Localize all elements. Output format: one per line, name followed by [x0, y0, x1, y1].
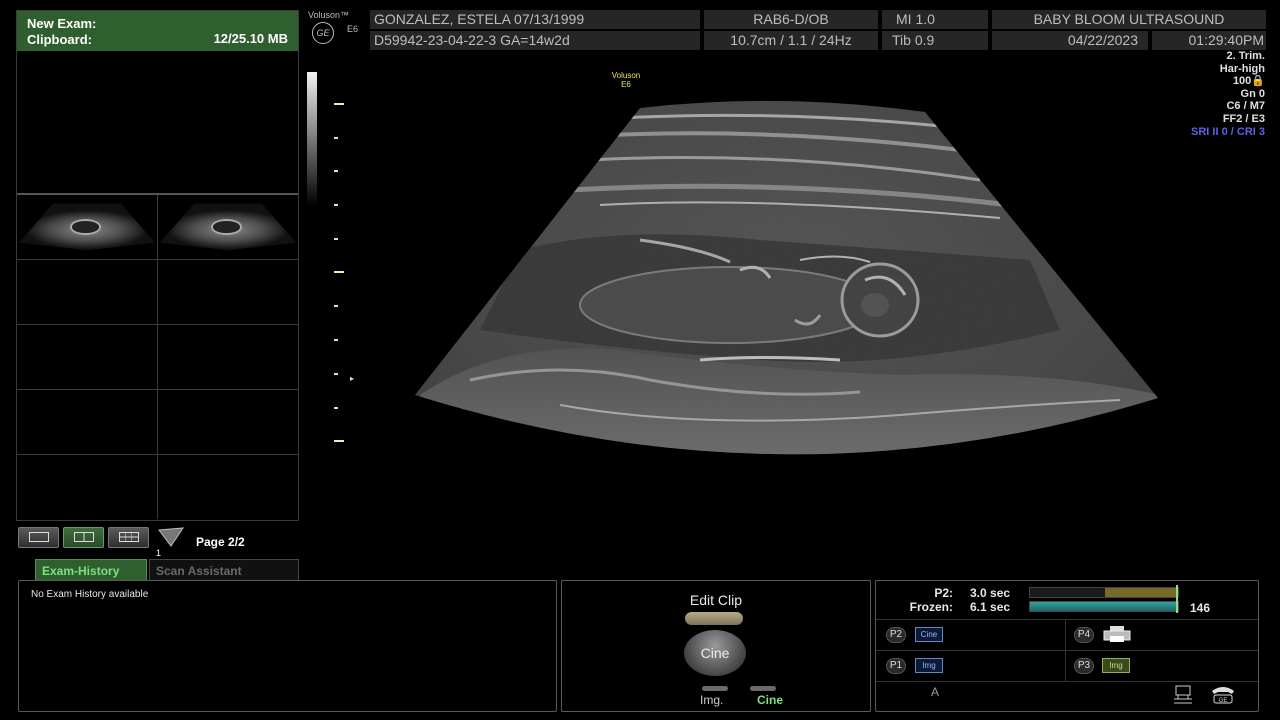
- network-icon[interactable]: [1172, 685, 1194, 705]
- tab-exam-history[interactable]: Exam-History: [35, 559, 147, 581]
- tab-scan-assistant[interactable]: Scan Assistant: [149, 559, 299, 581]
- depth-tick: [334, 204, 338, 206]
- layout-toolbar: [18, 526, 185, 548]
- voluson-logo: Voluson™ GE E6: [307, 10, 365, 46]
- depth-info: 10.7cm / 1.1 / 24Hz: [704, 31, 878, 50]
- layout-single-button[interactable]: [18, 526, 59, 548]
- sri-cri-value: SRI II 0 / CRI 3: [1191, 125, 1265, 138]
- layout-double-icon: [73, 532, 94, 542]
- patient-name[interactable]: GONZALEZ, ESTELA 07/13/1999: [370, 10, 700, 29]
- depth-tick: [334, 440, 344, 442]
- cine-status-panel: P2: 3.0 sec Frozen: 6.1 sec 146 P2 Cine …: [875, 580, 1259, 712]
- new-exam-label: New Exam:: [27, 16, 97, 31]
- trimester-label: 2. Trim.: [1226, 50, 1265, 62]
- exam-id: D59942-23-04-22-3 GA=14w2d: [370, 31, 700, 50]
- clipboard-slot[interactable]: [17, 260, 158, 324]
- p1-button[interactable]: P1: [886, 658, 906, 674]
- page-arrow-icon[interactable]: [157, 526, 185, 548]
- model-label: E6: [347, 24, 359, 34]
- edit-clip-label: Edit Clip: [689, 592, 743, 608]
- layout-single-icon: [28, 532, 49, 542]
- depth-tick: [334, 170, 338, 172]
- depth-tick: [334, 407, 338, 409]
- edit-clip-button[interactable]: [685, 612, 743, 625]
- harmonic-label: Har-high: [1219, 62, 1265, 75]
- depth-tick: [334, 339, 338, 341]
- exam-history-panel: No Exam History available: [18, 580, 557, 712]
- depth-tick: [334, 137, 338, 139]
- exam-time: 01:29:40PM: [1152, 31, 1266, 50]
- cine-icon[interactable]: Cine: [915, 627, 943, 642]
- focus-marker-icon[interactable]: ▸: [350, 374, 354, 383]
- gain-value: Gn 0: [1240, 87, 1265, 100]
- history-message: No Exam History available: [31, 589, 149, 600]
- mi-value: MI 1.0: [882, 10, 988, 29]
- grayscale-bar: [307, 72, 317, 206]
- svg-text:GE: GE: [1219, 698, 1228, 704]
- ff-e-value: FF2 / E3: [1222, 112, 1265, 125]
- clinic-name: BABY BLOOM ULTRASOUND: [992, 10, 1266, 29]
- clipboard-slot[interactable]: [158, 390, 298, 454]
- clipboard-slot[interactable]: [17, 455, 158, 519]
- c-m-value: C6 / M7: [1226, 100, 1265, 113]
- layout-grid-button[interactable]: [108, 526, 149, 548]
- tab-bar: Exam-History Scan Assistant: [35, 559, 299, 581]
- layout-grid-icon: [118, 532, 139, 542]
- frozen-progress-bar: [1029, 601, 1179, 612]
- layout-double-button[interactable]: [63, 526, 104, 548]
- p2-progress-bar: [1029, 587, 1179, 598]
- clipboard-slot[interactable]: [17, 390, 158, 454]
- clipboard-grid: [17, 193, 298, 519]
- power-value: 100🔒: [1232, 75, 1265, 88]
- a-label: A: [931, 685, 940, 699]
- cine-position-marker[interactable]: [1176, 585, 1178, 613]
- cine-knob[interactable]: Cine: [684, 630, 746, 676]
- clipboard-slot[interactable]: [158, 260, 298, 324]
- clipboard-slot[interactable]: [158, 325, 298, 389]
- depth-tick: [334, 305, 338, 307]
- mail-icon[interactable]: Img: [1102, 658, 1130, 673]
- depth-tick: [334, 271, 344, 273]
- tib-value: Tib 0.9: [882, 31, 988, 50]
- frozen-value: 6.1 sec: [970, 600, 1011, 614]
- frozen-label: Frozen:: [909, 600, 953, 614]
- depth-tick: [334, 373, 338, 375]
- clipboard-slot[interactable]: [17, 325, 158, 389]
- clipboard-panel: New Exam: Clipboard: 12/25.10 MB: [16, 10, 299, 521]
- p2-button[interactable]: P2: [886, 627, 906, 643]
- frozen-frame-count: 146: [1190, 601, 1211, 615]
- cine-toggle[interactable]: [750, 686, 776, 691]
- image-icon[interactable]: Img: [915, 658, 943, 673]
- p2-value: 3.0 sec: [970, 586, 1011, 600]
- page-marker: 1: [156, 548, 162, 558]
- cine-mode-label: Cine: [757, 693, 784, 707]
- p2-label: P2:: [934, 586, 953, 600]
- p3-button[interactable]: P3: [1074, 658, 1094, 674]
- cine-panel: Edit Clip Cine Img. Cine: [561, 580, 871, 712]
- img-mode-label: Img.: [700, 693, 724, 707]
- brand-label: Voluson™: [308, 10, 350, 20]
- clipboard-size: 12/25.10 MB: [213, 31, 288, 46]
- exam-date: 04/22/2023: [992, 31, 1148, 50]
- phone-icon[interactable]: GE: [1210, 685, 1236, 705]
- clipboard-slot[interactable]: [158, 455, 298, 519]
- clipboard-thumbnail[interactable]: [17, 195, 158, 259]
- image-overlay-label: Voluson E6: [604, 71, 648, 89]
- p4-button[interactable]: P4: [1074, 627, 1094, 643]
- imaging-parameters: 2. Trim. Har-high 100🔒 Gn 0 C6 / M7 FF2 …: [1191, 50, 1265, 138]
- depth-tick: [334, 238, 338, 240]
- overlay-model: E6: [621, 80, 631, 89]
- img-toggle[interactable]: [702, 686, 728, 691]
- probe-label[interactable]: RAB6-D/OB: [704, 10, 878, 29]
- printer-icon[interactable]: [1102, 625, 1132, 643]
- depth-tick: [334, 103, 344, 105]
- overlay-brand: Voluson: [611, 71, 641, 80]
- clipboard-header: New Exam: Clipboard: 12/25.10 MB: [17, 11, 298, 51]
- ge-logo-icon: GE: [312, 22, 334, 44]
- clipboard-thumbnail[interactable]: [158, 195, 298, 259]
- page-label: Page 2/2: [196, 535, 245, 549]
